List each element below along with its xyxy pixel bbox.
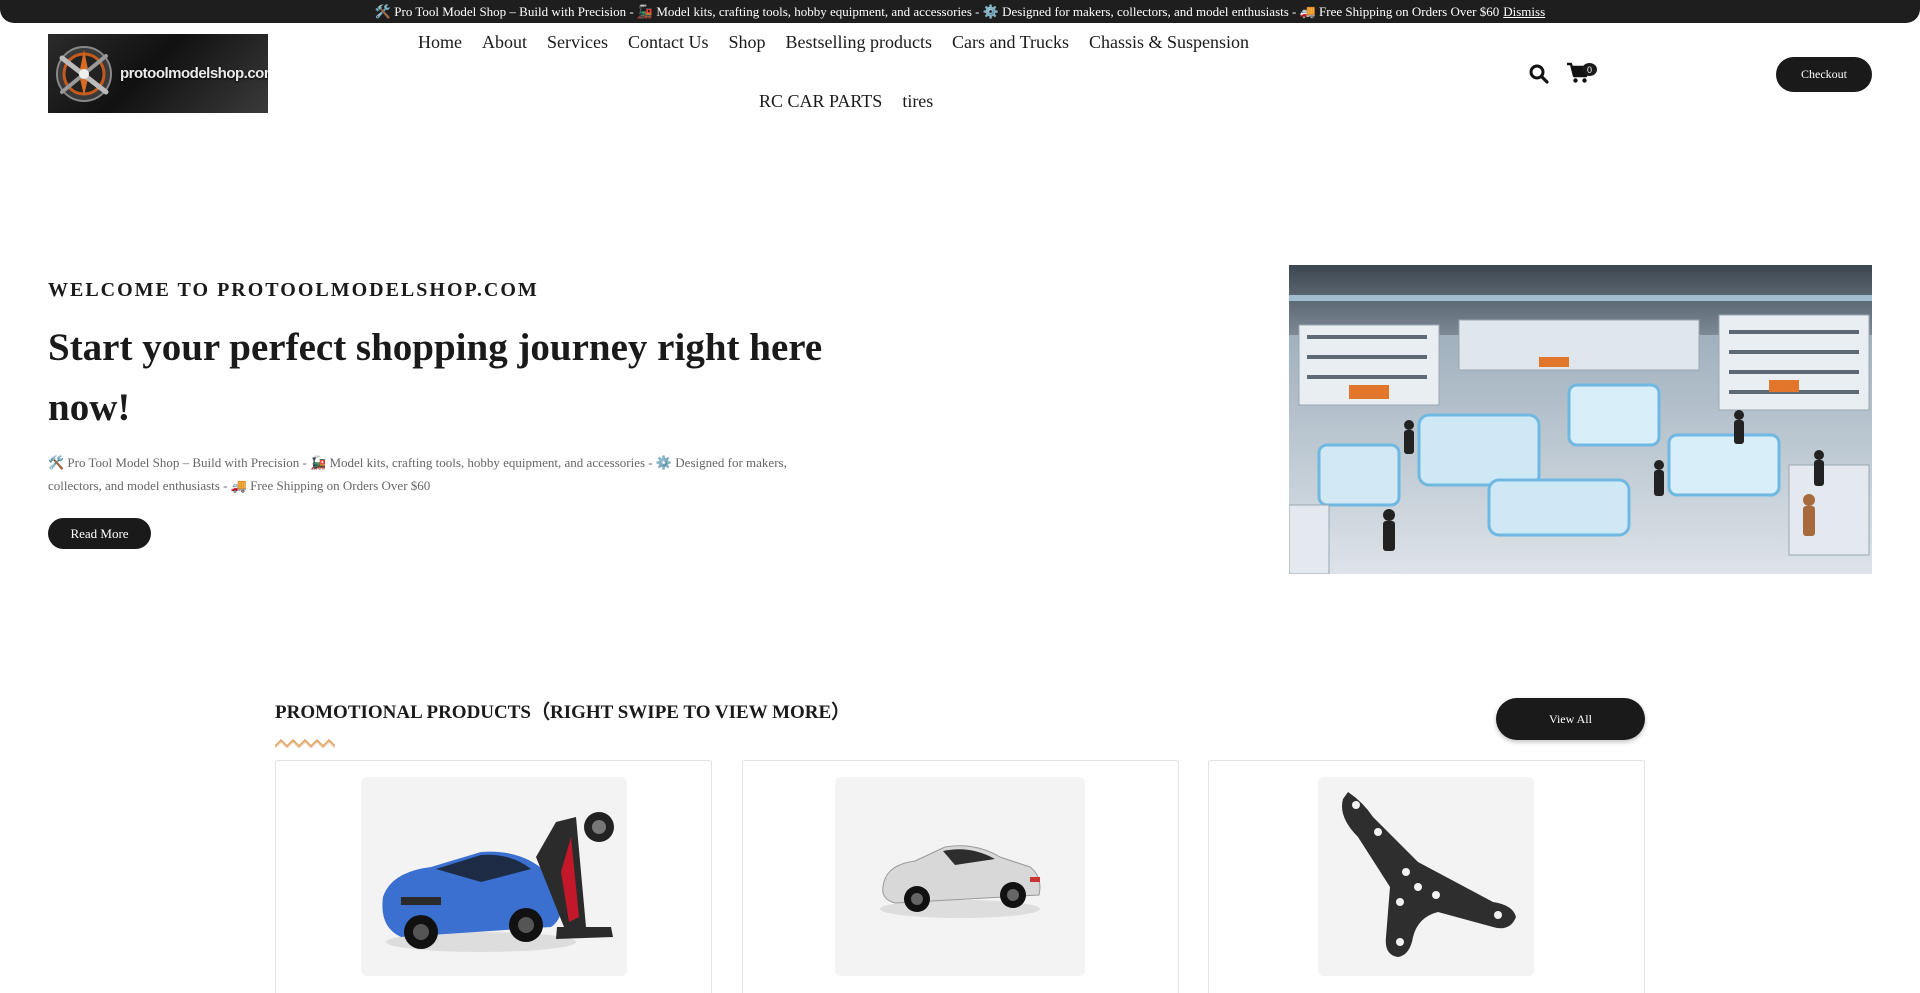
product-image-silver-rc-car[interactable] <box>835 777 1085 976</box>
announcement-bar: 🛠️ Pro Tool Model Shop – Build with Prec… <box>0 0 1920 23</box>
hero-eyebrow: WELCOME TO PROTOOLMODELSHOP.COM <box>48 279 539 301</box>
checkout-button[interactable]: Checkout <box>1776 57 1872 92</box>
dismiss-link[interactable]: Dismiss <box>1503 4 1545 20</box>
product-image-shock-tower-part[interactable] <box>1318 777 1534 976</box>
view-all-button[interactable]: View All <box>1496 698 1645 740</box>
nav-rc-car-parts[interactable]: RC CAR PARTS <box>759 91 882 112</box>
nav-cars-and-trucks[interactable]: Cars and Trucks <box>952 32 1069 53</box>
nav-tires[interactable]: tires <box>902 91 933 112</box>
product-card[interactable] <box>1208 760 1645 993</box>
product-card[interactable] <box>275 760 712 993</box>
nav-chassis-suspension[interactable]: Chassis & Suspension <box>1089 32 1249 53</box>
nav-bestselling-products[interactable]: Bestselling products <box>786 32 933 53</box>
search-icon[interactable] <box>1529 64 1549 84</box>
announcement-text: 🛠️ Pro Tool Model Shop – Build with Prec… <box>374 3 1500 19</box>
nav-services[interactable]: Services <box>547 32 608 53</box>
promotional-products-heading: PROMOTIONAL PRODUCTS（RIGHT SWIPE TO VIEW… <box>275 702 851 723</box>
nav-shop[interactable]: Shop <box>728 32 765 53</box>
read-more-button[interactable]: Read More <box>48 518 151 549</box>
product-image-rc-car-with-transmitter[interactable] <box>361 777 627 976</box>
hero-store-image <box>1289 265 1872 574</box>
cart-count-badge: 0 <box>1582 63 1597 76</box>
heading-decoration-icon <box>274 735 336 749</box>
hero-title: Start your perfect shopping journey righ… <box>48 326 823 429</box>
nav-row-primary: Home About Services Contact Us Shop Best… <box>418 32 1249 53</box>
nav-contact-us[interactable]: Contact Us <box>628 32 709 53</box>
nav-about[interactable]: About <box>482 32 527 53</box>
nav-row-secondary: RC CAR PARTS tires <box>759 91 933 112</box>
product-card[interactable] <box>742 760 1179 993</box>
nav-home[interactable]: Home <box>418 32 462 53</box>
main-navigation: Home About Services Contact Us Shop Best… <box>0 28 1920 148</box>
hero-description: 🛠️ Pro Tool Model Shop – Build with Prec… <box>48 455 787 493</box>
